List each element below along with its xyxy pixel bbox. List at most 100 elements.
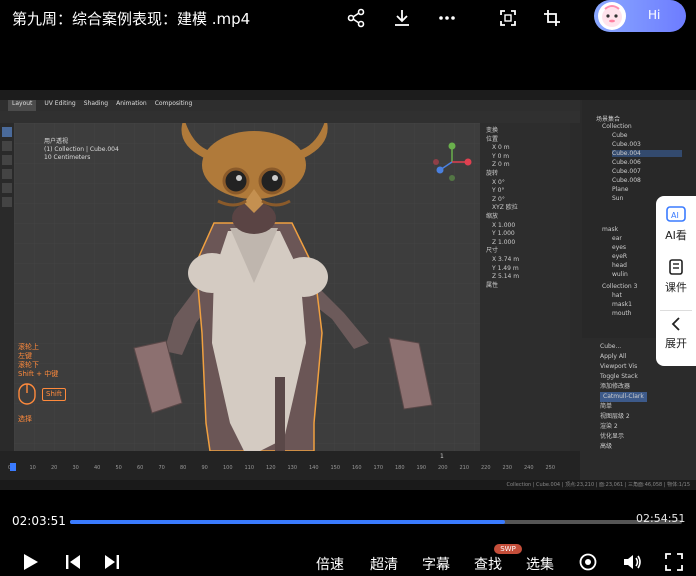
timeline-tick-label: 80 xyxy=(180,465,187,471)
expand-button[interactable]: 展开 xyxy=(656,316,696,351)
timeline-tick-label: 70 xyxy=(158,465,165,471)
timeline-tick-label: 50 xyxy=(115,465,122,471)
fullscreen-icon[interactable] xyxy=(664,552,684,572)
more-icon[interactable] xyxy=(435,6,459,30)
timeline-tick-label: 20 xyxy=(51,465,58,471)
download-icon[interactable] xyxy=(390,6,414,30)
scale-x: X 1.000 xyxy=(492,221,516,229)
location-z: Z 0 m xyxy=(492,161,510,169)
outliner-row: Cube.003 xyxy=(612,141,641,148)
props-row: Toggle Stack xyxy=(600,373,638,380)
mouse-icon xyxy=(18,383,36,405)
props-row: 简单 xyxy=(600,403,613,410)
blender-workspace-tabs: Layout UV Editing Shading Animation Comp… xyxy=(0,100,580,111)
scale-label: 缩放 xyxy=(486,212,499,220)
outliner-row: Sun xyxy=(612,195,624,202)
blender-title-bar xyxy=(0,90,696,100)
progress-area: 02:03:51 02:54:51 xyxy=(0,508,696,528)
share-icon[interactable] xyxy=(344,6,368,30)
timeline-tick-label: 250 xyxy=(545,465,556,471)
timeline-tick-label: 120 xyxy=(266,465,276,471)
props-row: 渲染 2 xyxy=(600,423,618,430)
tab-shading: Shading xyxy=(83,100,109,107)
outliner-row: Plane xyxy=(612,186,629,193)
play-icon[interactable] xyxy=(20,552,40,572)
previous-icon[interactable] xyxy=(63,552,83,572)
svg-text:AI: AI xyxy=(671,211,679,220)
outliner-row: eyeR xyxy=(612,253,628,260)
props-row: 高级 xyxy=(600,443,613,450)
tab-uv-editing: UV Editing xyxy=(44,100,76,107)
timeline-playhead xyxy=(10,463,16,471)
outliner-row: 场景集合 xyxy=(596,116,621,123)
dimensions-label: 尺寸 xyxy=(486,247,499,255)
progress-bar[interactable] xyxy=(70,520,682,524)
episodes-button[interactable]: 选集 xyxy=(526,554,554,574)
timeline-tick-label: 230 xyxy=(502,465,513,471)
character-model xyxy=(14,118,480,452)
courseware-label: 课件 xyxy=(665,281,687,294)
search-button[interactable]: 查找 xyxy=(474,554,502,574)
outliner-row: Collection 3 xyxy=(602,283,638,290)
ai-watch-button[interactable]: AI AI看 xyxy=(656,206,696,243)
dimensions-x: X 3.74 m xyxy=(492,255,520,263)
status-text: Collection | Cube.004 | 顶点:23,210 | 面:23… xyxy=(506,482,690,488)
outliner-row: mask1 xyxy=(612,301,632,308)
navigation-gizmo-icon[interactable] xyxy=(432,142,472,182)
viewport-mode-label: 用户透视 xyxy=(44,138,69,145)
expand-label: 展开 xyxy=(665,337,687,350)
blender-header-toolbar xyxy=(0,111,580,123)
timeline-tick-label: 180 xyxy=(395,465,405,471)
viewport-info: 用户透视 (1) Collection | Cube.004 10 Centim… xyxy=(44,138,119,162)
outliner-row-selected: Cube.004 xyxy=(612,150,682,157)
hint-scroll-up: 滚轮上 xyxy=(18,343,39,351)
outliner-row: Collection xyxy=(602,123,632,130)
timeline-tick-label: 140 xyxy=(309,465,319,471)
timeline-tick-label: 210 xyxy=(459,465,470,471)
outliner-row: head xyxy=(612,262,627,269)
tab-animation: Animation xyxy=(116,100,147,107)
timeline-tick-label: 10 xyxy=(29,465,36,471)
outliner-row: Cube.008 xyxy=(612,177,641,184)
hint-select: 选择 xyxy=(18,415,32,423)
timeline-tick-label: 170 xyxy=(373,465,384,471)
rotation-mode: XYZ 欧拉 xyxy=(492,204,518,212)
video-frame[interactable]: Layout UV Editing Shading Animation Comp… xyxy=(0,90,696,490)
screenshot-icon[interactable] xyxy=(496,6,520,30)
outliner-row: Cube.006 xyxy=(612,159,641,166)
timeline-tick-label: 40 xyxy=(94,465,101,471)
viewport-scale-label: 10 Centimeters xyxy=(44,154,91,161)
timeline-current-frame: 1 xyxy=(440,453,444,460)
subtitle-button[interactable]: 字幕 xyxy=(422,554,450,574)
hint-scroll-down: 滚轮下 xyxy=(18,361,39,369)
volume-icon[interactable] xyxy=(622,552,642,572)
viewport-object-label: (1) Collection | Cube.004 xyxy=(44,146,119,153)
timeline-tick-label: 160 xyxy=(352,465,362,471)
total-time: 02:54:51 xyxy=(636,512,686,525)
outliner-row: wulin xyxy=(612,271,628,278)
blender-n-panel: 变换 位置 X 0 m Y 0 m Z 0 m 旋转 X 0° Y 0° Z 0… xyxy=(480,123,570,451)
pip-icon[interactable] xyxy=(540,6,564,30)
props-row: 添加修改器 xyxy=(600,383,631,390)
speed-button[interactable]: 倍速 xyxy=(316,554,344,574)
side-float-panel: AI AI看 课件 展开 xyxy=(656,196,696,366)
timeline-tick-label: 150 xyxy=(330,465,341,471)
scale-y: Y 1.000 xyxy=(492,230,515,238)
ai-assistant-button[interactable]: Hi xyxy=(594,0,686,32)
player-controls: 倍速 超清 字幕 查找 选集 xyxy=(0,544,696,576)
timeline-tick-label: 90 xyxy=(201,465,208,471)
courseware-button[interactable]: 课件 xyxy=(656,258,696,295)
side-divider xyxy=(660,310,692,311)
mouse-navigation-hint: 滚轮上 左键 滚轮下 Shift + 中键 Shift 选择 xyxy=(18,343,66,424)
quality-button[interactable]: 超清 xyxy=(370,554,398,574)
tab-compositing: Compositing xyxy=(154,100,193,107)
ai-watch-label: AI看 xyxy=(665,229,687,242)
n-panel-header: 变换 xyxy=(486,127,499,134)
next-icon[interactable] xyxy=(102,552,122,572)
timeline-ticks: 0102030405060708090100110120130140150160… xyxy=(8,465,568,475)
timeline-tick-label: 100 xyxy=(223,465,233,471)
loop-icon[interactable] xyxy=(578,552,598,572)
hint-shift-middle: Shift + 中键 xyxy=(18,370,59,378)
rotation-x: X 0° xyxy=(492,178,505,186)
outliner-row: ear xyxy=(612,235,622,242)
